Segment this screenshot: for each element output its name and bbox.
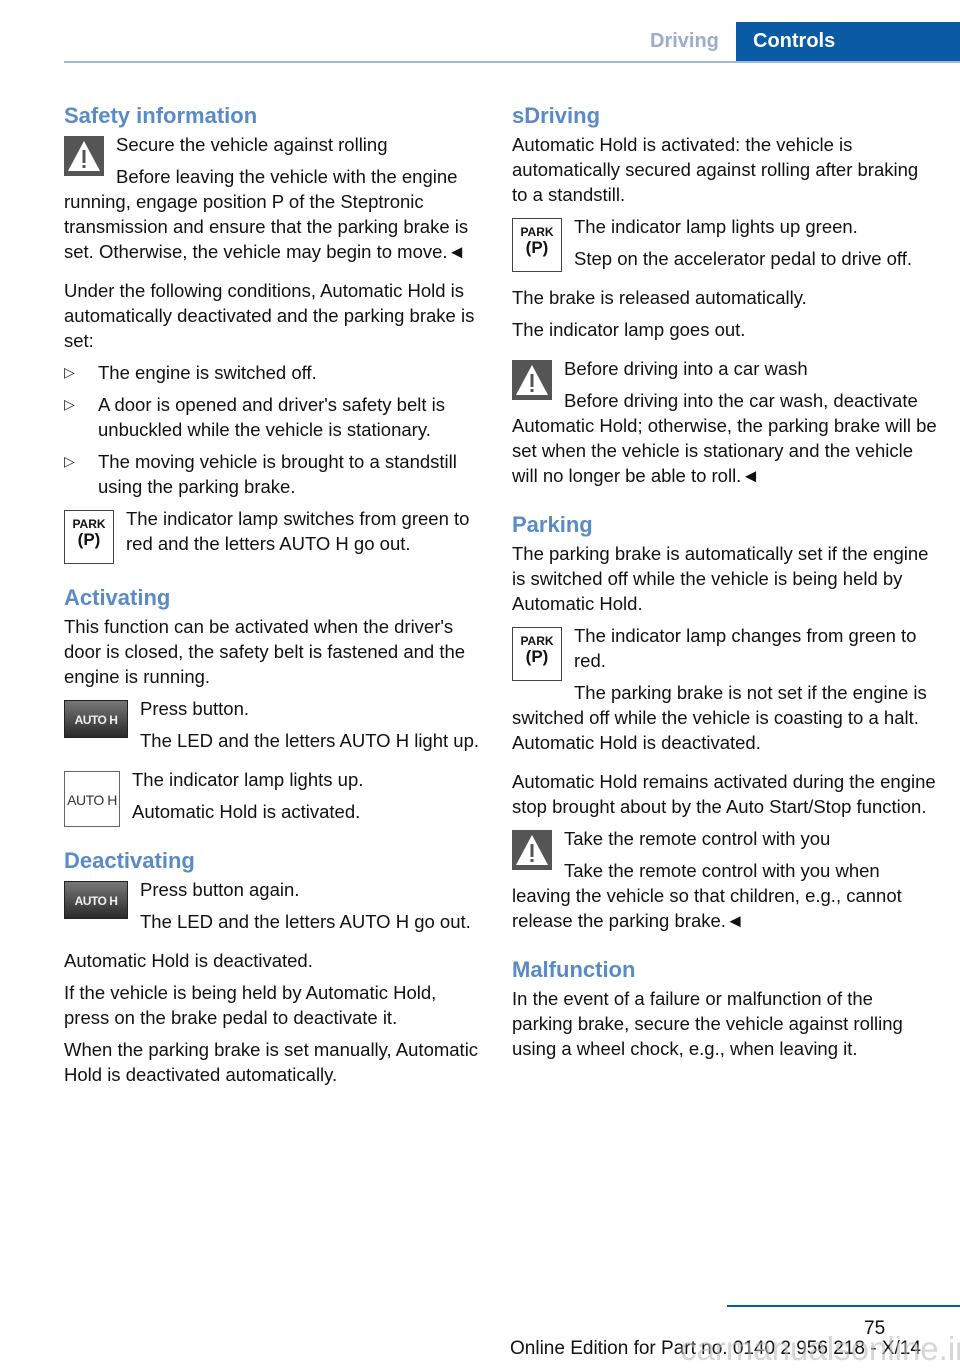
watermark: carmanualsonline.info: [680, 1330, 960, 1367]
accel-text: Step on the accelerator pedal to drive o…: [574, 248, 913, 269]
park-brake-icon: PARK (P): [512, 218, 562, 272]
manual-set-text: When the parking brake is set manually, …: [64, 1039, 479, 1085]
heading-activating: Activating: [64, 585, 171, 610]
warning-title: Secure the vehicle against rolling: [116, 134, 388, 155]
park-brake-icon: PARK (P): [512, 627, 562, 681]
warning-icon: [512, 830, 552, 870]
press-again-block: AUTO H Press button again. The LED and t…: [64, 877, 484, 941]
brake-released-text: The brake is released automatically.: [512, 287, 807, 308]
park-lamp-text: The indicator lamp switches from green t…: [126, 508, 470, 554]
parking-intro: The parking brake is automatically set i…: [512, 543, 929, 614]
lamp-green-text: The indicator lamp lights up green.: [574, 216, 858, 237]
right-column: sDriving Automatic Hold is activated: th…: [512, 100, 937, 1068]
list-item: The engine is switched off.: [64, 360, 484, 385]
malfunction-text: In the event of a failure or malfunction…: [512, 988, 903, 1059]
heading-sdriving: sDriving: [512, 103, 601, 128]
heading-malfunction: Malfunction: [512, 957, 636, 982]
hold-activated-text: Automatic Hold is activated.: [132, 801, 361, 822]
conditions-list: The engine is switched off. A door is op…: [64, 360, 484, 499]
warning-text: Before leaving the vehicle with the engi…: [64, 166, 469, 262]
auto-h-button-icon: AUTO H: [64, 881, 128, 919]
warning-text: Take the remote control with you when le…: [512, 860, 902, 931]
lamp-block: AUTO H The indicator lamp lights up. Aut…: [64, 767, 484, 831]
warning-rolling: Secure the vehicle against rolling Befor…: [64, 132, 484, 271]
list-item: The moving vehicle is brought to a stand…: [64, 449, 484, 499]
header-divider: [64, 61, 960, 63]
tab-controls[interactable]: Controls: [736, 22, 960, 63]
park-lamp-block: PARK (P) The indicator lamp switches from…: [64, 506, 484, 568]
auto-start-text: Automatic Hold remains activated during …: [512, 771, 936, 817]
lamp-red-block: PARK (P) The indicator lamp changes from …: [512, 623, 937, 762]
list-item: A door is opened and driver's safety bel…: [64, 392, 484, 442]
warning-icon: [512, 360, 552, 400]
lamp-green-block: PARK (P) The indicator lamp lights up gre…: [512, 214, 937, 278]
footer-divider: [727, 1305, 960, 1307]
activating-intro: This function can be activated when the …: [64, 616, 466, 687]
tab-driving[interactable]: Driving: [650, 30, 719, 53]
lamp-red-text: The indicator lamp changes from green to…: [574, 625, 917, 671]
lamp-out-text: The indicator lamp goes out.: [512, 319, 746, 340]
left-column: Safety information Secure the vehicle ag…: [64, 100, 484, 1094]
heading-parking: Parking: [512, 512, 593, 537]
warning-title: Before driving into a car wash: [564, 358, 808, 379]
coasting-text: The parking brake is not set if the engi…: [512, 682, 927, 753]
auto-h-button-icon: AUTO H: [64, 700, 128, 738]
press-button-block: AUTO H Press button. The LED and the let…: [64, 696, 484, 760]
warning-text: Before driving into the car wash, deacti…: [512, 390, 937, 486]
heading-deactivating: Deactivating: [64, 848, 195, 873]
warning-remote: Take the remote control with you Take th…: [512, 826, 937, 940]
park-brake-icon: PARK (P): [64, 510, 114, 564]
heading-safety: Safety information: [64, 103, 258, 128]
warning-title: Take the remote control with you: [564, 828, 831, 849]
conditions-intro: Under the following conditions, Automati…: [64, 280, 475, 351]
brake-pedal-text: If the vehicle is being held by Automati…: [64, 982, 437, 1028]
warning-icon: [64, 136, 104, 176]
warning-carwash: Before driving into a car wash Before dr…: [512, 356, 937, 495]
lamp-text: The indicator lamp lights up.: [132, 769, 364, 790]
sdriving-intro: Automatic Hold is activated: the vehicle…: [512, 134, 919, 205]
auto-h-indicator-icon: AUTO H: [64, 771, 120, 827]
hold-deactivated-text: Automatic Hold is deactivated.: [64, 950, 313, 971]
